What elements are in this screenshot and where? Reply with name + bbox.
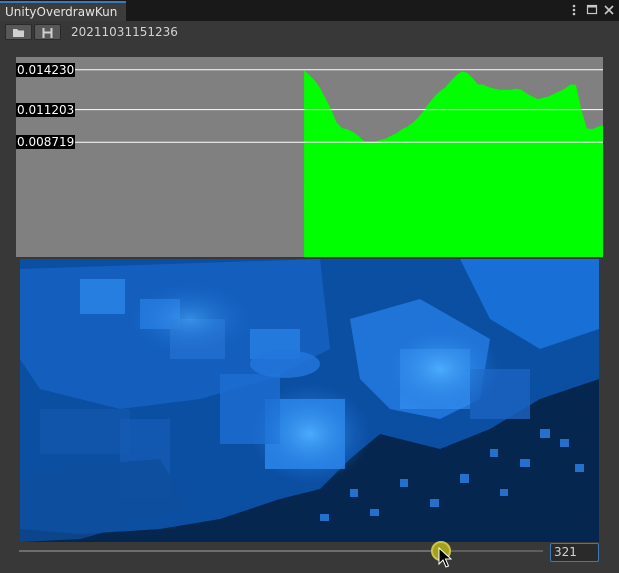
save-icon [42, 28, 53, 38]
window-tab-bar: UnityOverdrawKun [0, 0, 619, 21]
graph-line-label-low: 0.008719 [16, 135, 76, 150]
overdraw-graph-plot [16, 69, 603, 257]
frame-number-field[interactable]: 321 [550, 543, 599, 562]
overdraw-scene-image [20, 259, 599, 542]
window-tab[interactable]: UnityOverdrawKun [0, 1, 126, 21]
maximize-icon[interactable] [585, 2, 599, 18]
graph-line-label-high: 0.014230 [16, 62, 76, 77]
close-icon[interactable] [602, 2, 616, 18]
window-tab-title: UnityOverdrawKun [5, 5, 118, 19]
overdraw-heatmap-image [20, 259, 599, 542]
overdraw-area-series [304, 70, 603, 257]
frame-slider-fill [19, 550, 442, 552]
open-file-button[interactable] [5, 24, 32, 40]
graph-line-label-mid: 0.011203 [16, 102, 76, 117]
toolbar: 20211031151236 [0, 21, 619, 43]
save-button[interactable] [34, 24, 61, 40]
kebab-menu-icon[interactable] [567, 2, 581, 18]
overdraw-graph: 0.014230 0.011203 0.008719 [16, 57, 603, 257]
session-name: 20211031151236 [71, 25, 178, 39]
folder-icon [13, 29, 24, 37]
mouse-cursor-icon [438, 547, 452, 568]
